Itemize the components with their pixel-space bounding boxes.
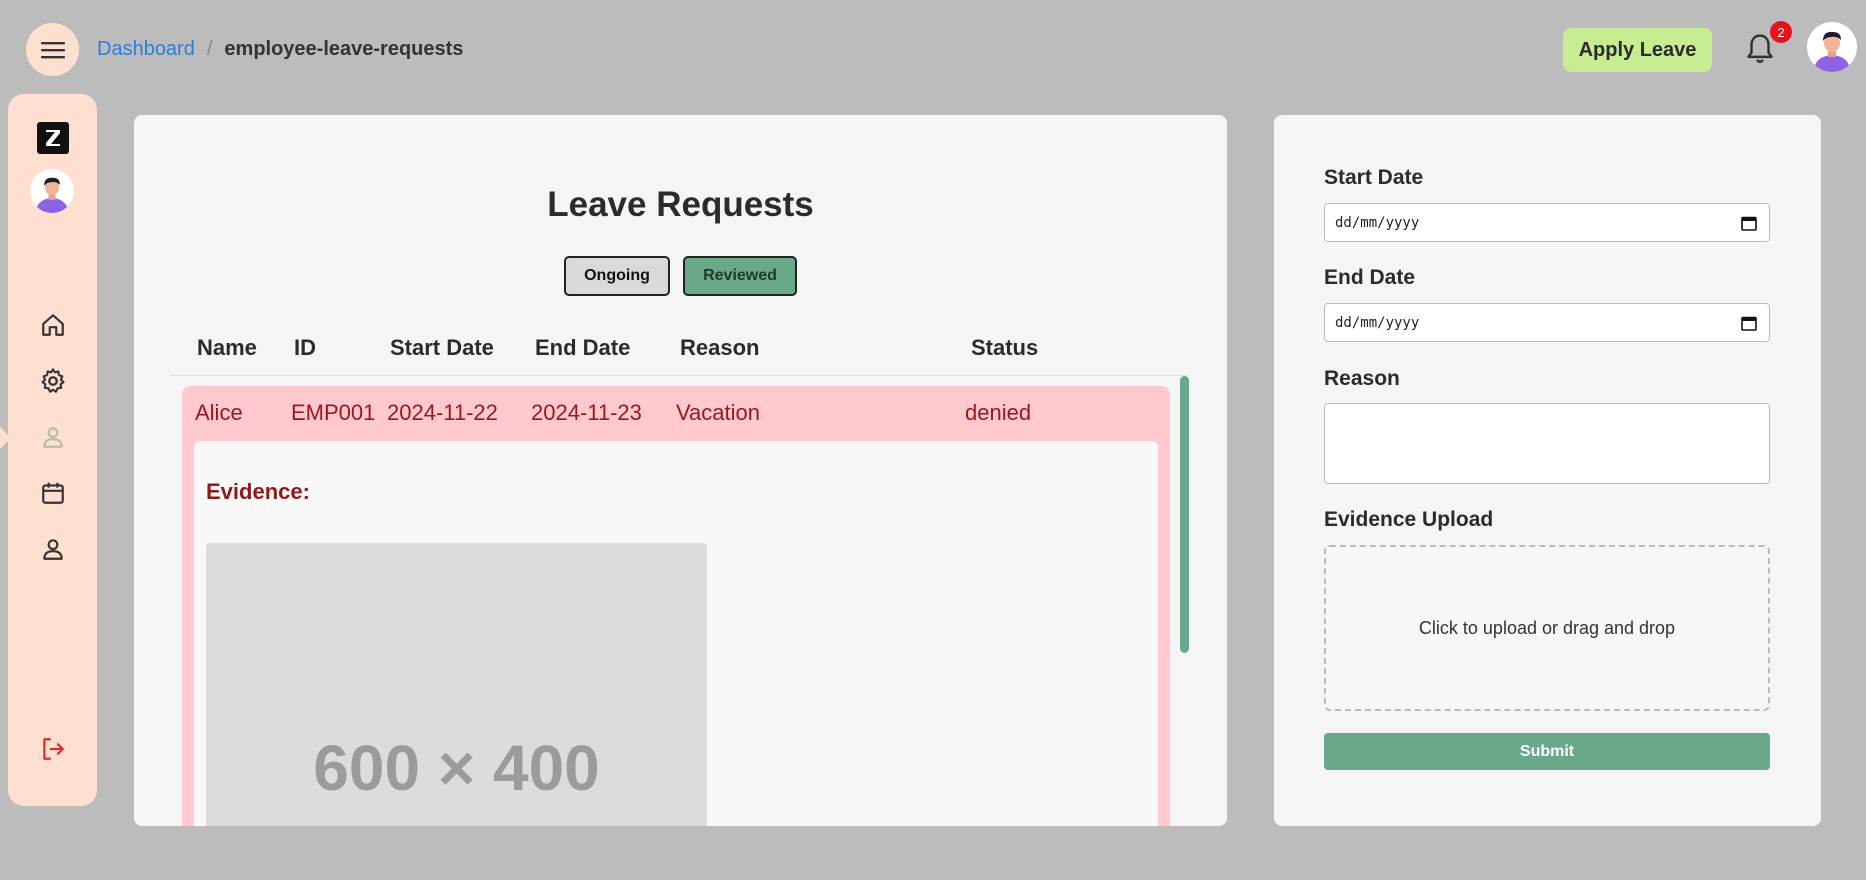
- page-title: Leave Requests: [547, 185, 814, 224]
- calendar-icon[interactable]: [1741, 215, 1757, 231]
- column-header-end-date: End Date: [535, 335, 631, 360]
- scrollbar[interactable]: [1180, 376, 1189, 653]
- sidebar-avatar[interactable]: [30, 169, 74, 213]
- breadcrumb: Dashboard / employee-leave-requests: [97, 38, 463, 61]
- sidebar-item-home[interactable]: [38, 310, 68, 340]
- start-date-placeholder: dd/mm/yyyy: [1335, 214, 1420, 231]
- column-header-name: Name: [197, 335, 257, 360]
- column-header-id: ID: [294, 335, 316, 360]
- breadcrumb-current: employee-leave-requests: [224, 38, 464, 60]
- evidence-section: Evidence: 600 × 400: [194, 441, 1158, 826]
- end-date-label: End Date: [1324, 266, 1416, 289]
- column-header-reason: Reason: [680, 335, 760, 360]
- reason-label: Reason: [1324, 367, 1400, 390]
- sidebar-item-employees[interactable]: [38, 422, 68, 452]
- cell-end-date: 2024-11-23: [531, 400, 642, 425]
- apply-leave-form: Start Date dd/mm/yyyy End Date dd/mm/yyy…: [1274, 115, 1821, 826]
- sidebar: [0, 94, 97, 806]
- leave-requests-panel: Leave Requests Ongoing Reviewed Name ID …: [134, 115, 1227, 826]
- tab-ongoing[interactable]: Ongoing: [564, 256, 670, 296]
- apply-leave-button[interactable]: Apply Leave: [1563, 28, 1712, 72]
- logout-icon: [43, 738, 64, 760]
- calendar-icon: [42, 482, 64, 504]
- start-date-input[interactable]: dd/mm/yyyy: [1324, 203, 1770, 242]
- cell-id: EMP001: [291, 400, 376, 425]
- sidebar-item-calendar[interactable]: [38, 478, 68, 508]
- person-icon: [43, 539, 63, 560]
- user-icon: [43, 427, 63, 448]
- evidence-upload-dropzone[interactable]: Click to upload or drag and drop: [1324, 545, 1770, 711]
- notification-badge: 2: [1770, 21, 1792, 43]
- menu-button[interactable]: [26, 23, 79, 76]
- avatar-image: [1807, 22, 1857, 72]
- reason-textarea[interactable]: [1324, 403, 1770, 484]
- submit-button[interactable]: Submit: [1324, 733, 1770, 770]
- column-header-status: Status: [971, 335, 1039, 360]
- gear-icon: [41, 368, 65, 393]
- avatar-image: [30, 169, 74, 213]
- end-date-placeholder: dd/mm/yyyy: [1335, 314, 1420, 331]
- sidebar-item-settings[interactable]: [38, 366, 68, 396]
- logout-button[interactable]: [38, 734, 68, 764]
- breadcrumb-separator: /: [206, 38, 213, 60]
- hamburger-icon: [40, 41, 65, 58]
- tab-reviewed[interactable]: Reviewed: [683, 256, 797, 296]
- avatar[interactable]: [1807, 22, 1857, 72]
- home-icon: [42, 314, 64, 336]
- evidence-image[interactable]: 600 × 400: [206, 543, 707, 826]
- table-header-divider: [171, 375, 1187, 376]
- sidebar-active-pointer: [0, 427, 11, 449]
- column-header-start-date: Start Date: [390, 335, 494, 360]
- cell-reason: Vacation: [676, 400, 760, 425]
- cell-start-date: 2024-11-22: [387, 400, 498, 425]
- table-row[interactable]: Alice EMP001 2024-11-22 2024-11-23 Vacat…: [182, 386, 1170, 826]
- cell-name: Alice: [195, 400, 243, 425]
- breadcrumb-dashboard-link[interactable]: Dashboard: [97, 38, 195, 61]
- upload-hint: Click to upload or drag and drop: [1418, 617, 1676, 638]
- start-date-label: Start Date: [1324, 166, 1424, 189]
- cell-status: denied: [965, 400, 1032, 425]
- end-date-input[interactable]: dd/mm/yyyy: [1324, 303, 1770, 342]
- logo-icon: [46, 130, 60, 146]
- sidebar-item-profile[interactable]: [38, 534, 68, 564]
- app-logo: [37, 122, 69, 154]
- evidence-upload-label: Evidence Upload: [1324, 508, 1494, 531]
- evidence-label: Evidence:: [206, 479, 310, 504]
- calendar-icon[interactable]: [1741, 315, 1757, 331]
